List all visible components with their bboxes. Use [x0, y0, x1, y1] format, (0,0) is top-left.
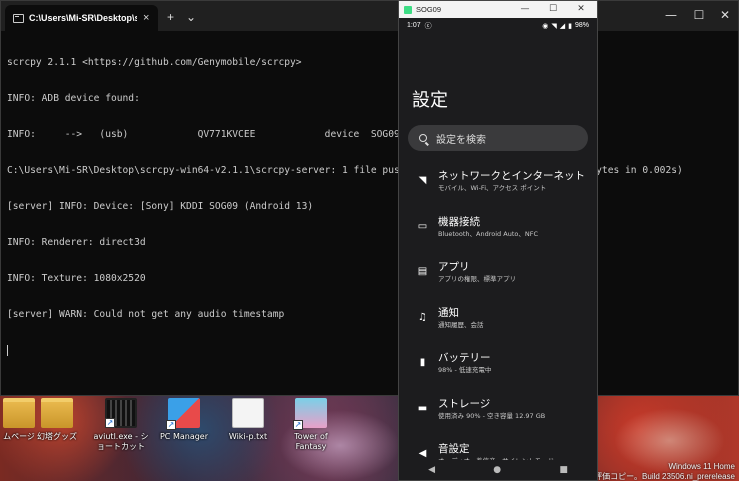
- volume-icon: ◀: [418, 448, 427, 459]
- storage-icon: ▬: [417, 402, 428, 414]
- terminal-line: C:\Users\Mi-SR\Desktop\scrcpy-win64-v2.1…: [7, 165, 683, 176]
- android-logo-icon: [404, 5, 412, 14]
- game-icon: ↗: [293, 398, 327, 430]
- desktop-icon-label: Wiki-p.txt: [228, 432, 268, 441]
- terminal-window[interactable]: C:\Users\Mi-SR\Desktop\scrc × + ⌄ — ☐ ✕ …: [0, 0, 739, 396]
- settings-item-summary: 使用済み 90% - 空き容量 12.97 GB: [438, 411, 546, 420]
- terminal-icon: [13, 13, 24, 23]
- desktop-icon-label: aviutl.exe - ショートカット: [93, 432, 149, 451]
- eye-icon: ◉: [542, 22, 549, 30]
- terminal-line: [server] WARN: Could not get any audio t…: [7, 309, 285, 320]
- desktop-icon-label: 幻塔グッズ: [37, 432, 77, 441]
- settings-item-battery[interactable]: ▮ バッテリー 98% - 低速充電中: [399, 345, 597, 391]
- terminal-line: INFO: Texture: 1080x2520: [7, 273, 146, 284]
- watermark-line: 評価コピー。Build 23506.ni_prerelease: [594, 472, 735, 481]
- battery-icon: ▮: [568, 22, 572, 30]
- search-placeholder: 設定を検索: [436, 134, 486, 146]
- home-button[interactable]: ●: [493, 465, 501, 475]
- phone-window-title: SOG09: [416, 5, 442, 14]
- battery-icon: ▮: [419, 357, 426, 368]
- wifi-icon: ◥: [418, 175, 427, 186]
- search-icon: [419, 134, 427, 142]
- scrcpy-phone-window[interactable]: SOG09 — ☐ ✕ 1:07 ⓒ ◉ ◥ ◢ ▮ 98% 設定 設定を検索 …: [398, 0, 598, 481]
- sync-icon: ⓒ: [424, 22, 432, 30]
- android-nav-bar: ◀ ● ■: [399, 460, 597, 480]
- settings-item-label: 通知: [438, 306, 459, 319]
- maximize-button[interactable]: ☐: [685, 8, 713, 22]
- recents-button[interactable]: ■: [559, 465, 568, 475]
- status-time: 1:07: [407, 22, 421, 29]
- terminal-output[interactable]: scrcpy 2.1.1 <https://github.com/Genymob…: [1, 31, 738, 384]
- desktop-icon-wiki-txt[interactable]: Wiki-p.txt: [217, 398, 279, 442]
- shortcut-arrow-icon: ↗: [166, 420, 176, 430]
- settings-item-connected-devices[interactable]: ▭ 機器接続 Bluetooth、Android Auto、NFC: [399, 209, 597, 255]
- signal-icon: ◢: [559, 22, 566, 30]
- watermark-line: Windows 11 Home: [668, 462, 735, 471]
- terminal-line: [server] INFO: Device: [Sony] KDDI SOG09…: [7, 201, 314, 212]
- settings-item-label: バッテリー: [438, 352, 491, 364]
- new-tab-button[interactable]: +: [167, 10, 174, 24]
- settings-item-storage[interactable]: ▬ ストレージ 使用済み 90% - 空き容量 12.97 GB: [399, 391, 597, 437]
- bell-icon: ♫: [418, 311, 427, 323]
- tab-title: C:\Users\Mi-SR\Desktop\scrc: [29, 13, 137, 23]
- close-window-button[interactable]: ✕: [711, 8, 739, 22]
- close-tab-button[interactable]: ×: [143, 12, 149, 24]
- settings-list: ◥ ネットワークとインターネット モバイル、Wi-Fi、アクセス ポイント ▭ …: [399, 163, 597, 481]
- desktop-icon-label: PC Manager: [159, 432, 209, 441]
- minimize-button[interactable]: —: [517, 4, 533, 14]
- windows-watermark: Windows 11 Home 評価コピー。Build 23506.ni_pre…: [594, 462, 735, 481]
- settings-item-network[interactable]: ◥ ネットワークとインターネット モバイル、Wi-Fi、アクセス ポイント: [399, 163, 597, 209]
- devices-icon: ▭: [417, 220, 428, 232]
- app-icon: ↗: [166, 398, 200, 430]
- search-input[interactable]: 設定を検索: [408, 125, 588, 151]
- shortcut-arrow-icon: ↗: [293, 420, 303, 430]
- film-icon: ↗: [105, 398, 137, 428]
- phone-title-bar[interactable]: SOG09 — ☐ ✕: [399, 1, 597, 18]
- settings-item-summary: 通知履歴、会話: [438, 320, 484, 329]
- desktop-icon-pc-manager[interactable]: ↗ PC Manager: [153, 398, 215, 442]
- settings-item-summary: Bluetooth、Android Auto、NFC: [438, 229, 538, 238]
- desktop-icon-label: Tower of Fantasy: [294, 432, 328, 451]
- desktop-icon-aviutl[interactable]: ↗ aviutl.exe - ショートカット: [90, 398, 152, 452]
- battery-percent: 98%: [574, 22, 589, 29]
- settings-item-apps[interactable]: ▤ アプリ アプリの権限、標準アプリ: [399, 254, 597, 300]
- tab-dropdown-button[interactable]: ⌄: [186, 10, 196, 24]
- maximize-button[interactable]: ☐: [545, 4, 561, 14]
- minimize-button[interactable]: —: [657, 8, 685, 22]
- settings-item-label: 機器接続: [438, 215, 480, 228]
- terminal-tab-bar: C:\Users\Mi-SR\Desktop\scrc × + ⌄ — ☐ ✕: [1, 1, 738, 31]
- terminal-line: scrcpy 2.1.1 <https://github.com/Genymob…: [7, 57, 302, 68]
- settings-item-summary: アプリの権限、標準アプリ: [438, 275, 516, 283]
- terminal-tab[interactable]: C:\Users\Mi-SR\Desktop\scrc ×: [5, 5, 158, 31]
- settings-item-summary: 98% - 低速充電中: [438, 366, 492, 374]
- text-file-icon: [232, 398, 264, 428]
- desktop-icon-folder-2[interactable]: 幻塔グッズ: [26, 398, 88, 442]
- terminal-line: INFO: --> (usb) QV771KVCEE device SOG09: [7, 129, 400, 140]
- terminal-line: INFO: Renderer: direct3d: [7, 237, 146, 248]
- settings-item-label: アプリ: [438, 261, 470, 273]
- page-title: 設定: [412, 90, 448, 111]
- settings-item-label: 音設定: [438, 443, 470, 455]
- back-button[interactable]: ◀: [428, 465, 435, 475]
- settings-item-label: ネットワークとインターネット: [438, 170, 585, 182]
- settings-item-notifications[interactable]: ♫ 通知 通知履歴、会話: [399, 300, 597, 346]
- apps-icon: ▤: [417, 266, 428, 277]
- settings-item-summary: モバイル、Wi-Fi、アクセス ポイント: [438, 184, 547, 192]
- terminal-line: INFO: ADB device found:: [7, 93, 140, 104]
- android-status-bar: 1:07 ⓒ ◉ ◥ ◢ ▮ 98%: [399, 18, 597, 33]
- shortcut-arrow-icon: ↗: [105, 418, 115, 428]
- close-window-button[interactable]: ✕: [573, 4, 589, 14]
- folder-icon: [41, 398, 73, 428]
- wifi-icon: ◥: [551, 22, 557, 30]
- desktop-icon-tower-of-fantasy[interactable]: ↗ Tower of Fantasy: [280, 398, 342, 452]
- settings-item-label: ストレージ: [438, 397, 491, 410]
- text-cursor: [7, 345, 8, 356]
